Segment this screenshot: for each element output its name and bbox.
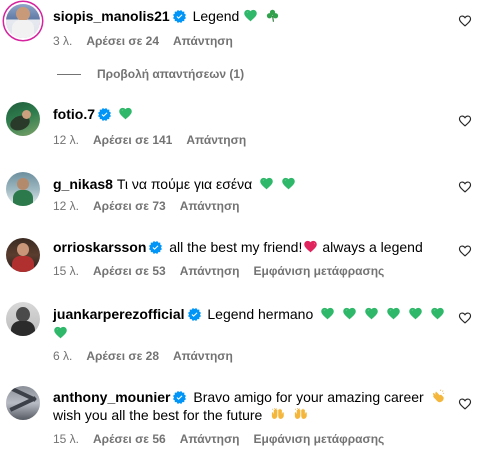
likes-count[interactable]: Αρέσει σε 73 xyxy=(93,199,166,213)
green-heart-emoji xyxy=(53,325,68,340)
comment-username[interactable]: fotio.7 xyxy=(53,106,95,122)
comment-item: siopis_manolis21 Legend 3 λ. Αρέσει σε 24… xyxy=(0,0,479,60)
reply-button[interactable]: Απάντηση xyxy=(173,34,233,48)
comment-username[interactable]: anthony_mounier xyxy=(53,389,170,405)
verified-badge-icon xyxy=(173,391,186,404)
likes-count[interactable]: Αρέσει σε 53 xyxy=(93,264,166,278)
avatar[interactable] xyxy=(6,172,40,206)
comment-time[interactable]: 12 λ. xyxy=(53,133,79,147)
comment-time[interactable]: 12 λ. xyxy=(53,199,79,213)
likes-count[interactable]: Αρέσει σε 56 xyxy=(93,432,166,446)
clapping-hands-emoji xyxy=(431,389,446,404)
comment-username[interactable]: orrioskarsson xyxy=(53,239,146,255)
avatar[interactable] xyxy=(6,386,40,420)
comment-item: orrioskarsson all the best my friend! alw… xyxy=(0,236,479,288)
comment-item: g_nikas8 Τι να πούμε για εσένα 12 λ. Αρέσ… xyxy=(0,170,479,222)
like-heart-icon[interactable] xyxy=(458,244,472,258)
replies-divider xyxy=(57,74,81,76)
reply-button[interactable]: Απάντηση xyxy=(180,264,240,278)
comment-text: Legend xyxy=(192,8,240,24)
comment-text-line2: wish you all the best for the future xyxy=(53,407,263,423)
raising-hands-emoji xyxy=(293,407,308,422)
avatar[interactable] xyxy=(6,302,40,336)
comment-time[interactable]: 15 λ. xyxy=(53,432,79,446)
like-heart-icon[interactable] xyxy=(458,14,472,28)
comment-meta: 15 λ. Αρέσει σε 56 Απάντηση Εμφάνιση μετάφρ… xyxy=(53,432,398,446)
green-heart-emoji xyxy=(342,306,357,321)
see-translation-button[interactable]: Εμφάνιση μετάφρασης xyxy=(253,264,384,278)
comment-item: juankarperezofficial Legend hermano 6 λ.… xyxy=(0,301,479,371)
verified-badge-icon xyxy=(98,108,111,121)
comment-time[interactable]: 6 λ. xyxy=(53,349,72,363)
like-heart-icon[interactable] xyxy=(458,397,472,411)
comment-time[interactable]: 15 λ. xyxy=(53,264,79,278)
comment-time[interactable]: 3 λ. xyxy=(53,34,72,48)
comment-text: Legend hermano xyxy=(207,306,314,322)
shamrock-emoji xyxy=(265,8,280,23)
view-replies-button[interactable]: Προβολή απαντήσεων (1) xyxy=(57,67,244,81)
comment-text: all the best my friend! xyxy=(169,239,303,255)
verified-badge-icon xyxy=(173,10,186,23)
reply-button[interactable]: Απάντηση xyxy=(186,133,246,147)
comment-username[interactable]: juankarperezofficial xyxy=(53,306,185,322)
green-heart-emoji xyxy=(259,176,274,191)
like-heart-icon[interactable] xyxy=(458,311,472,325)
avatar[interactable] xyxy=(6,4,40,38)
comment-text: Bravo amigo for your amazing career xyxy=(193,389,424,405)
reply-button[interactable]: Απάντηση xyxy=(180,432,240,446)
red-heart-emoji xyxy=(303,239,318,254)
like-heart-icon[interactable] xyxy=(458,114,472,128)
avatar[interactable] xyxy=(6,102,40,136)
like-heart-icon[interactable] xyxy=(458,180,472,194)
green-heart-emoji xyxy=(320,306,335,321)
comment-text: Τι να πούμε για εσένα xyxy=(116,176,253,192)
green-heart-emoji xyxy=(243,8,258,23)
green-heart-emoji xyxy=(118,106,133,121)
green-heart-emoji xyxy=(408,306,423,321)
comment-username[interactable]: siopis_manolis21 xyxy=(53,8,170,24)
view-replies-label: Προβολή απαντήσεων (1) xyxy=(97,67,245,81)
comment-meta: 3 λ. Αρέσει σε 24 Απάντηση xyxy=(53,34,247,48)
green-heart-emoji xyxy=(386,306,401,321)
green-heart-emoji xyxy=(281,176,296,191)
green-heart-emoji xyxy=(364,306,379,321)
likes-count[interactable]: Αρέσει σε 28 xyxy=(86,349,159,363)
comment-item: anthony_mounier Bravo amigo for your ama… xyxy=(0,384,479,452)
likes-count[interactable]: Αρέσει σε 24 xyxy=(86,34,159,48)
see-translation-button[interactable]: Εμφάνιση μετάφρασης xyxy=(253,432,384,446)
comment-item: fotio.7 12 λ. Αρέσει σε 141 Απάντηση xyxy=(0,100,479,152)
comment-text-continued: always a legend xyxy=(322,239,423,255)
comment-username[interactable]: g_nikas8 xyxy=(53,176,113,192)
raising-hands-emoji xyxy=(270,407,285,422)
comment-meta: 6 λ. Αρέσει σε 28 Απάντηση xyxy=(53,349,247,363)
green-heart-emoji xyxy=(430,306,445,321)
likes-count[interactable]: Αρέσει σε 141 xyxy=(93,133,172,147)
comment-meta: 12 λ. Αρέσει σε 141 Απάντηση xyxy=(53,133,260,147)
reply-button[interactable]: Απάντηση xyxy=(173,349,233,363)
comment-meta: 15 λ. Αρέσει σε 53 Απάντηση Εμφάνιση μετάφρ… xyxy=(53,264,398,278)
comment-meta: 12 λ. Αρέσει σε 73 Απάντηση xyxy=(53,199,253,213)
verified-badge-icon xyxy=(149,241,162,254)
verified-badge-icon xyxy=(188,308,201,321)
reply-button[interactable]: Απάντηση xyxy=(180,199,240,213)
avatar[interactable] xyxy=(6,238,40,272)
